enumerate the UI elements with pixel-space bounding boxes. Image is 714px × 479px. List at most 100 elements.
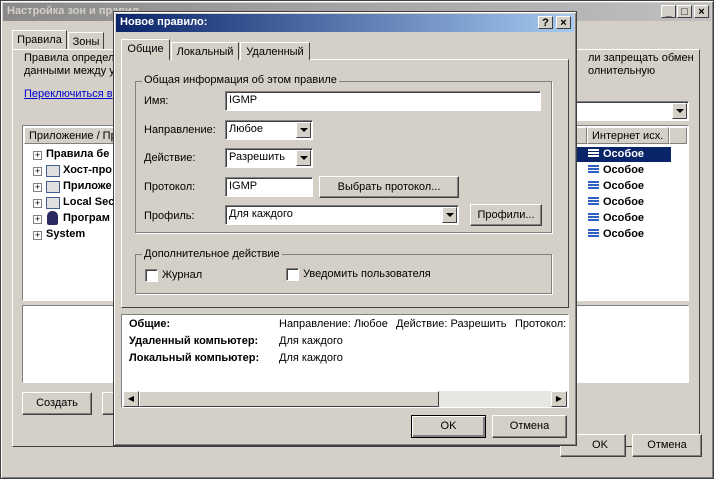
general-info-legend: Общая информация об этом правиле [142,74,339,86]
bg-cancel-label: Отмена [647,439,687,451]
internet-value: Особое [603,148,645,160]
chevron-down-icon[interactable] [672,103,687,119]
summary-local-value: Для каждого [279,352,343,364]
name-label: Имя: [144,95,169,107]
col-header-app-label: Приложение / Пр [29,130,117,142]
maximize-icon[interactable]: □ [677,5,692,18]
tree-item-label[interactable]: Хост-про [63,164,112,176]
tree-item-label[interactable]: System [46,228,85,240]
bg-ok-label: OK [592,439,608,451]
expand-icon[interactable]: + [33,199,42,208]
select-protocol-button[interactable]: Выбрать протокол... [319,176,459,198]
dialog-ok-label: OK [440,420,457,432]
close-icon[interactable]: × [694,5,709,18]
col-header-app[interactable]: Приложение / Пр [24,127,117,144]
chevron-down-icon[interactable] [442,207,457,223]
dialog-cancel-button[interactable]: Отмена [492,415,567,438]
new-rule-titlebar[interactable]: Новое правило: [116,14,574,32]
switch-link[interactable]: Переключиться в [24,88,113,100]
tab-rules-label: Правила [17,34,62,46]
rule-summary-box[interactable]: Общие: Направление: Любое Действие: Разр… [121,314,569,408]
rule-list-icon [588,149,599,159]
rule-list-icon [588,197,599,207]
tab-zones[interactable]: Зоны [68,32,104,50]
scroll-right-icon[interactable]: ▶ [551,391,567,407]
host-process-icon [46,165,60,177]
action-select[interactable]: Разрешить [225,148,313,168]
close-icon[interactable]: × [556,16,571,29]
tree-item-label[interactable]: Правила бе [46,148,109,160]
tab-local[interactable]: Локальный [171,42,239,60]
tab-remote-label: Удаленный [246,46,304,58]
additional-action-legend: Дополнительное действие [142,248,282,260]
col-header-internet-label: Интернет исх. [592,130,664,142]
tab-local-label: Локальный [176,46,234,58]
log-checkbox[interactable] [145,269,158,282]
internet-value: Особое [603,196,645,208]
name-field[interactable]: IGMP [225,91,541,111]
help-icon[interactable]: ? [538,16,553,29]
profiles-button[interactable]: Профили... [470,204,542,226]
notify-checkbox[interactable] [286,268,299,281]
tab-rules[interactable]: Правила [12,30,67,50]
notify-label[interactable]: Уведомить пользователя [303,268,431,280]
rule-list-icon [588,229,599,239]
bg-cancel-button[interactable]: Отмена [632,434,702,457]
select-protocol-label: Выбрать протокол... [337,181,441,193]
bg-description-1: Правила определ [24,52,115,64]
bg-description-2: данными между у [24,65,115,77]
protocol-field[interactable]: IGMP [225,177,313,197]
expand-icon[interactable]: + [33,231,42,240]
direction-value: Любое [229,123,264,135]
chevron-down-icon[interactable] [296,122,311,138]
tree-item-label[interactable]: Програм [63,212,110,224]
rule-list-icon [588,165,599,175]
expand-icon[interactable]: + [33,183,42,192]
tree-item-label[interactable]: Приложе [63,180,112,192]
profile-label: Профиль: [144,210,195,222]
local-security-icon [46,197,60,209]
tab-remote[interactable]: Удаленный [240,42,310,60]
scroll-left-icon[interactable]: ◀ [123,391,139,407]
summary-direction: Направление: Любое [279,318,388,330]
tab-general-label: Общие [127,43,164,55]
chevron-down-icon[interactable] [296,150,311,166]
bg-view-dropdown[interactable] [574,101,689,121]
expand-icon[interactable]: + [33,167,42,176]
rule-list-icon [588,213,599,223]
direction-select[interactable]: Любое [225,120,313,140]
bg-description-right-1: ли запрещать обмен [588,52,694,64]
internet-value: Особое [603,164,645,176]
profile-select[interactable]: Для каждого [225,205,459,225]
dialog-ok-button[interactable]: OK [411,415,486,438]
summary-protocol: Протокол: [515,318,567,330]
summary-remote-label: Удаленный компьютер: [129,335,259,347]
internet-value: Особое [603,180,645,192]
direction-label: Направление: [144,124,216,136]
tab-zones-label: Зоны [72,36,100,48]
internet-value: Особое [603,212,645,224]
rule-list-icon [588,181,599,191]
log-label[interactable]: Журнал [162,269,202,281]
new-rule-title: Новое правило: [120,16,208,28]
action-label: Действие: [144,152,196,164]
summary-local-label: Локальный компьютер: [129,352,260,364]
bg-description-right-2: олнительную [588,65,656,77]
tree-item-label[interactable]: Local Sec [63,196,114,208]
profiles-button-label: Профили... [477,209,535,221]
profile-value: Для каждого [229,208,293,220]
expand-icon[interactable]: + [33,215,42,224]
create-button-label: Создать [36,397,78,409]
expand-icon[interactable]: + [33,151,42,160]
minimize-icon[interactable]: _ [661,5,676,18]
horizontal-scrollbar[interactable]: ◀ ▶ [123,391,567,407]
create-button[interactable]: Создать [22,392,92,415]
tab-general[interactable]: Общие [121,39,170,60]
col-header-extra[interactable] [669,127,687,144]
dialog-cancel-label: Отмена [509,420,550,432]
scroll-thumb[interactable] [139,391,439,407]
summary-action: Действие: Разрешить [396,318,507,330]
col-header-internet[interactable]: Интернет исх. [587,127,669,144]
application-icon [46,181,60,193]
summary-remote-value: Для каждого [279,335,343,347]
